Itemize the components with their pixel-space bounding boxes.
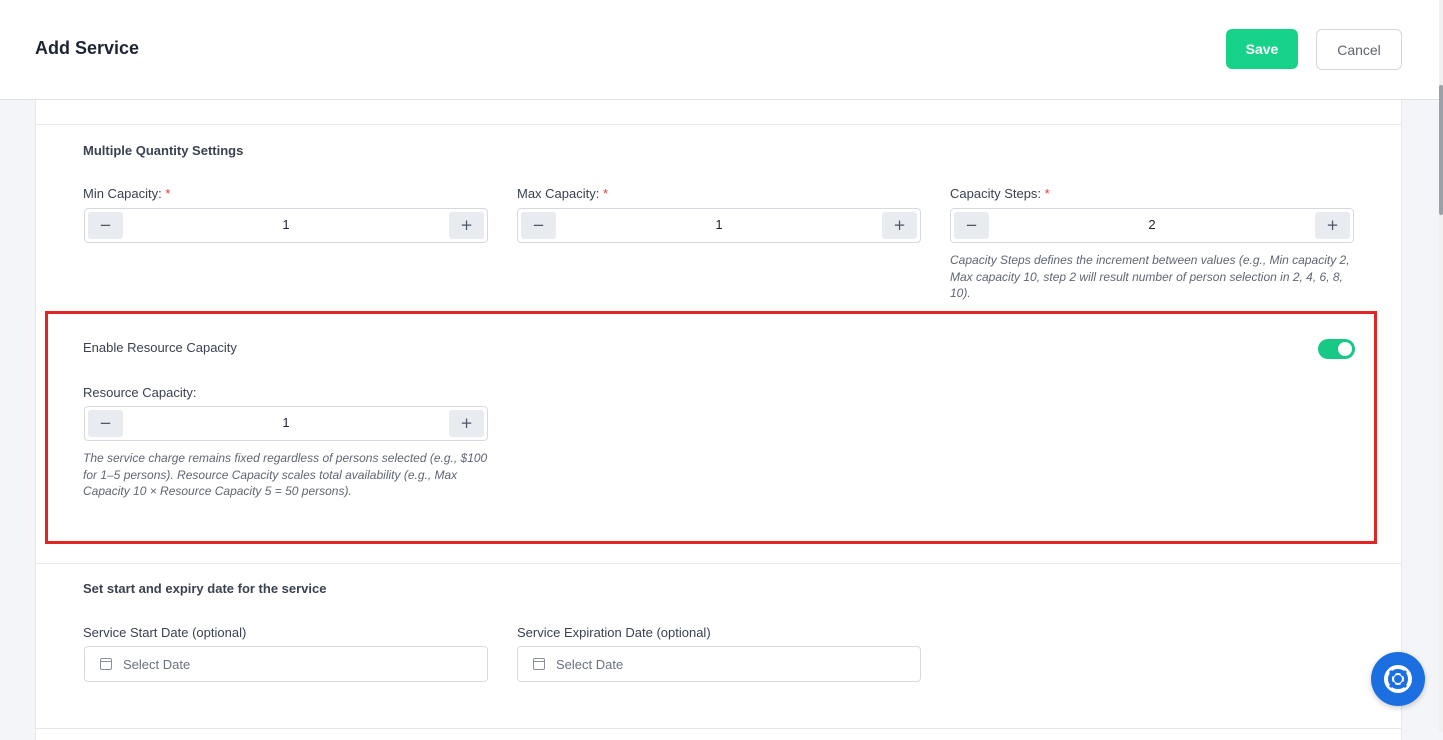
quantity-section-title: Multiple Quantity Settings bbox=[83, 143, 244, 158]
section-divider bbox=[36, 728, 1401, 729]
min-capacity-stepper: − 1 + bbox=[84, 208, 488, 243]
min-capacity-label: Min Capacity: * bbox=[83, 186, 170, 201]
resource-capacity-value[interactable]: 1 bbox=[127, 415, 445, 430]
section-divider bbox=[36, 124, 1401, 125]
start-date-input[interactable]: Select Date bbox=[84, 646, 488, 682]
resource-capacity-toggle[interactable] bbox=[1318, 339, 1355, 359]
required-marker: * bbox=[165, 186, 171, 201]
required-marker: * bbox=[1044, 186, 1050, 201]
min-capacity-label-text: Min Capacity: bbox=[83, 186, 162, 201]
resource-capacity-increment-button[interactable]: + bbox=[449, 410, 484, 437]
min-capacity-decrement-button[interactable]: − bbox=[88, 212, 123, 239]
cancel-button[interactable]: Cancel bbox=[1316, 29, 1402, 70]
start-date-placeholder: Select Date bbox=[123, 657, 191, 672]
min-capacity-value[interactable]: 1 bbox=[127, 217, 445, 232]
max-capacity-label: Max Capacity: * bbox=[517, 186, 608, 201]
page-title: Add Service bbox=[35, 38, 140, 58]
expiry-date-label: Service Expiration Date (optional) bbox=[517, 625, 711, 640]
calendar-icon bbox=[100, 658, 112, 670]
start-date-label: Service Start Date (optional) bbox=[83, 625, 247, 640]
lifebuoy-icon bbox=[1384, 665, 1412, 693]
max-capacity-increment-button[interactable]: + bbox=[882, 212, 917, 239]
capacity-steps-stepper: − 2 + bbox=[950, 208, 1354, 243]
capacity-steps-label-text: Capacity Steps: bbox=[950, 186, 1042, 201]
resource-capacity-stepper: − 1 + bbox=[84, 406, 488, 441]
section-divider bbox=[36, 563, 1401, 564]
resource-capacity-hint: The service charge remains fixed regardl… bbox=[83, 451, 488, 498]
capacity-steps-increment-button[interactable]: + bbox=[1315, 212, 1350, 239]
required-marker: * bbox=[603, 186, 609, 201]
page-scrollbar[interactable] bbox=[1439, 0, 1443, 732]
page-header: Add Service Save Cancel bbox=[0, 0, 1439, 100]
capacity-steps-hint: Capacity Steps defines the increment bet… bbox=[950, 253, 1350, 300]
max-capacity-stepper: − 1 + bbox=[517, 208, 921, 243]
resource-capacity-label: Resource Capacity: bbox=[83, 385, 197, 400]
min-capacity-increment-button[interactable]: + bbox=[449, 212, 484, 239]
capacity-steps-value[interactable]: 2 bbox=[993, 217, 1311, 232]
calendar-icon bbox=[533, 658, 545, 670]
capacity-steps-label: Capacity Steps: * bbox=[950, 186, 1050, 201]
expiry-date-input[interactable]: Select Date bbox=[517, 646, 921, 682]
resource-capacity-title: Enable Resource Capacity bbox=[83, 340, 237, 355]
max-capacity-decrement-button[interactable]: − bbox=[521, 212, 556, 239]
scrollbar-thumb[interactable] bbox=[1439, 85, 1443, 215]
resource-capacity-decrement-button[interactable]: − bbox=[88, 410, 123, 437]
toggle-knob bbox=[1338, 342, 1352, 356]
max-capacity-value[interactable]: 1 bbox=[560, 217, 878, 232]
save-button[interactable]: Save bbox=[1226, 29, 1298, 69]
dates-section-title: Set start and expiry date for the servic… bbox=[83, 581, 327, 596]
expiry-date-placeholder: Select Date bbox=[556, 657, 624, 672]
max-capacity-label-text: Max Capacity: bbox=[517, 186, 600, 201]
help-button[interactable] bbox=[1371, 652, 1425, 706]
capacity-steps-decrement-button[interactable]: − bbox=[954, 212, 989, 239]
service-form-card: Multiple Quantity Settings Min Capacity:… bbox=[35, 100, 1402, 740]
